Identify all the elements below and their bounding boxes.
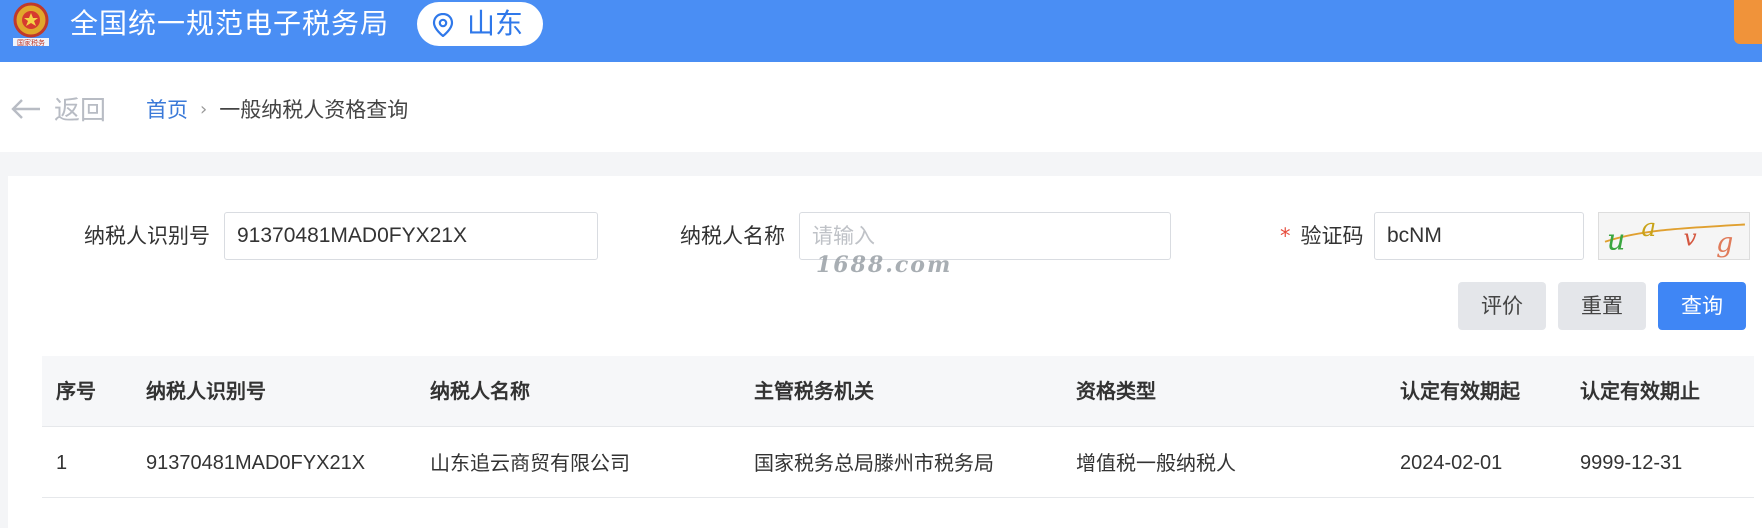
region-label: 山东 <box>467 7 524 40</box>
evaluate-button[interactable]: 评价 <box>1458 282 1546 330</box>
breadcrumb-bar: 返回 首页 › 一般纳税人资格查询 <box>0 62 1762 152</box>
query-button[interactable]: 查询 <box>1658 282 1746 330</box>
national-emblem-icon: 国家税务 <box>13 2 49 47</box>
captcha-label-group: * 验证码 <box>1280 212 1364 260</box>
svg-text:g: g <box>1716 227 1733 258</box>
cell-taxpayer-name: 山东追云商贸有限公司 <box>430 451 630 475</box>
cell-index: 1 <box>56 452 68 474</box>
arrow-left-icon <box>11 98 40 119</box>
cell-valid-from: 2024-02-01 <box>1400 452 1503 474</box>
cell-taxpayer-id: 91370481MAD0FYX21X <box>146 452 366 474</box>
back-label: 返回 <box>54 96 107 126</box>
breadcrumb-home-link[interactable]: 首页 <box>146 94 188 124</box>
breadcrumb: 首页 › 一般纳税人资格查询 <box>146 94 408 124</box>
query-card: 纳税人识别号 91370481MAD0FYX21X 纳税人名称 请输入 * 验证码… <box>8 176 1762 528</box>
captcha-image[interactable]: u a v g <box>1598 212 1750 260</box>
table-row: 1 91370481MAD0FYX21X 山东追云商贸有限公司 国家税务总局滕州… <box>42 426 1754 498</box>
column-header-taxpayer-id: 纳税人识别号 <box>146 379 266 403</box>
cell-qualification-type: 增值税一般纳税人 <box>1076 451 1236 475</box>
taxpayer-id-label: 纳税人识别号 <box>84 224 210 248</box>
svg-text:u: u <box>1607 222 1626 256</box>
column-header-valid-from: 认定有效期起 <box>1400 379 1520 403</box>
site-title: 全国统一规范电子税务局 <box>70 7 390 40</box>
top-header: 国家税务 全国统一规范电子税务局 山东 <box>0 0 1762 62</box>
column-header-qualification-type: 资格类型 <box>1076 379 1156 403</box>
column-header-valid-to: 认定有效期止 <box>1580 379 1700 403</box>
taxpayer-id-input[interactable]: 91370481MAD0FYX21X <box>224 212 598 260</box>
back-button[interactable]: 返回 <box>10 90 106 127</box>
captcha-input[interactable]: bcNM <box>1374 212 1584 260</box>
user-menu-button[interactable] <box>1734 0 1762 44</box>
svg-text:v: v <box>1684 226 1697 252</box>
svg-text:a: a <box>1641 213 1656 242</box>
cell-valid-to: 9999-12-31 <box>1580 452 1683 474</box>
breadcrumb-current: 一般纳税人资格查询 <box>219 98 409 122</box>
column-header-tax-authority: 主管税务机关 <box>754 379 874 403</box>
location-pin-icon <box>432 13 454 37</box>
column-header-index: 序号 <box>56 379 96 403</box>
taxpayer-name-label: 纳税人名称 <box>680 224 785 248</box>
cell-tax-authority: 国家税务总局滕州市税务局 <box>754 451 994 475</box>
reset-button[interactable]: 重置 <box>1558 282 1646 330</box>
watermark: 1688.com <box>816 252 953 278</box>
table-header: 序号 纳税人识别号 纳税人名称 主管税务机关 资格类型 认定有效期起 认定有效期… <box>42 356 1754 426</box>
region-selector[interactable]: 山东 <box>417 2 543 46</box>
column-header-taxpayer-name: 纳税人名称 <box>430 379 530 403</box>
captcha-label: 验证码 <box>1300 224 1364 248</box>
required-mark: * <box>1280 224 1291 248</box>
breadcrumb-separator: › <box>200 98 208 120</box>
svg-text:国家税务: 国家税务 <box>17 38 45 47</box>
